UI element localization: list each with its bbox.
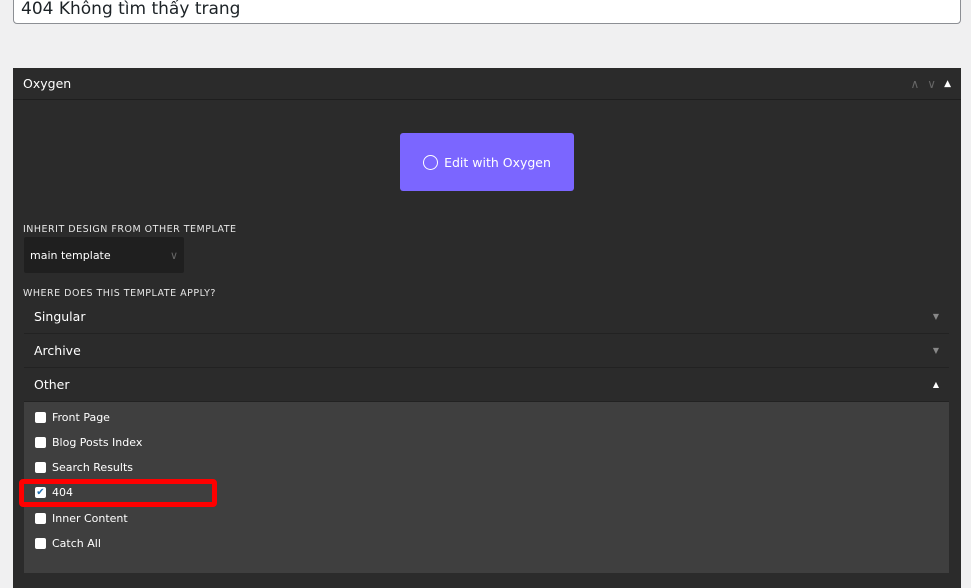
option-catch-all[interactable]: Catch All: [35, 537, 101, 550]
checkbox[interactable]: [35, 513, 46, 524]
apply-label: WHERE DOES THIS TEMPLATE APPLY?: [23, 288, 216, 299]
section-label: Archive: [34, 343, 81, 358]
checkbox[interactable]: [35, 462, 46, 473]
select-value: main template: [30, 248, 111, 262]
option-label: Catch All: [52, 537, 101, 550]
collapse-triangle-icon: ▲: [932, 380, 939, 389]
expand-triangle-icon: ▼: [932, 312, 939, 321]
checkbox[interactable]: [35, 538, 46, 549]
inherit-template-select[interactable]: main template ∨: [24, 237, 184, 273]
move-down-icon[interactable]: ∨: [927, 77, 936, 91]
checkbox[interactable]: [35, 412, 46, 423]
option-label: Inner Content: [52, 512, 128, 525]
expand-triangle-icon: ▼: [932, 346, 939, 355]
option-blog-posts-index[interactable]: Blog Posts Index: [35, 436, 142, 449]
edit-button-label: Edit with Oxygen: [444, 154, 551, 170]
checkbox[interactable]: [35, 437, 46, 448]
collapse-icon[interactable]: ▲: [944, 79, 951, 89]
option-front-page[interactable]: Front Page: [35, 411, 110, 424]
edit-with-oxygen-button[interactable]: Edit with Oxygen: [400, 133, 574, 191]
option-inner-content[interactable]: Inner Content: [35, 512, 128, 525]
move-up-icon[interactable]: ∧: [910, 77, 919, 91]
title-input[interactable]: [13, 0, 961, 24]
section-archive[interactable]: Archive ▼: [24, 334, 949, 368]
panel-title: Oxygen: [23, 76, 72, 91]
section-singular[interactable]: Singular ▼: [24, 300, 949, 334]
highlight-box: [19, 479, 217, 507]
section-label: Other: [34, 377, 70, 392]
option-label: Search Results: [52, 461, 134, 474]
inherit-label: INHERIT DESIGN FROM OTHER TEMPLATE: [23, 224, 237, 235]
option-label: Front Page: [52, 411, 110, 424]
panel-header: Oxygen ∧ ∨ ▲: [13, 68, 961, 100]
section-other[interactable]: Other ▲: [24, 368, 949, 402]
section-label: Singular: [34, 309, 86, 324]
option-search-results[interactable]: Search Results: [35, 461, 133, 474]
chevron-down-icon: ∨: [169, 248, 178, 262]
oxygen-logo-icon: [423, 154, 439, 170]
oxygen-panel: Oxygen ∧ ∨ ▲ Edit with Oxygen INHERIT DE…: [13, 68, 961, 588]
option-label: Blog Posts Index: [52, 436, 143, 449]
